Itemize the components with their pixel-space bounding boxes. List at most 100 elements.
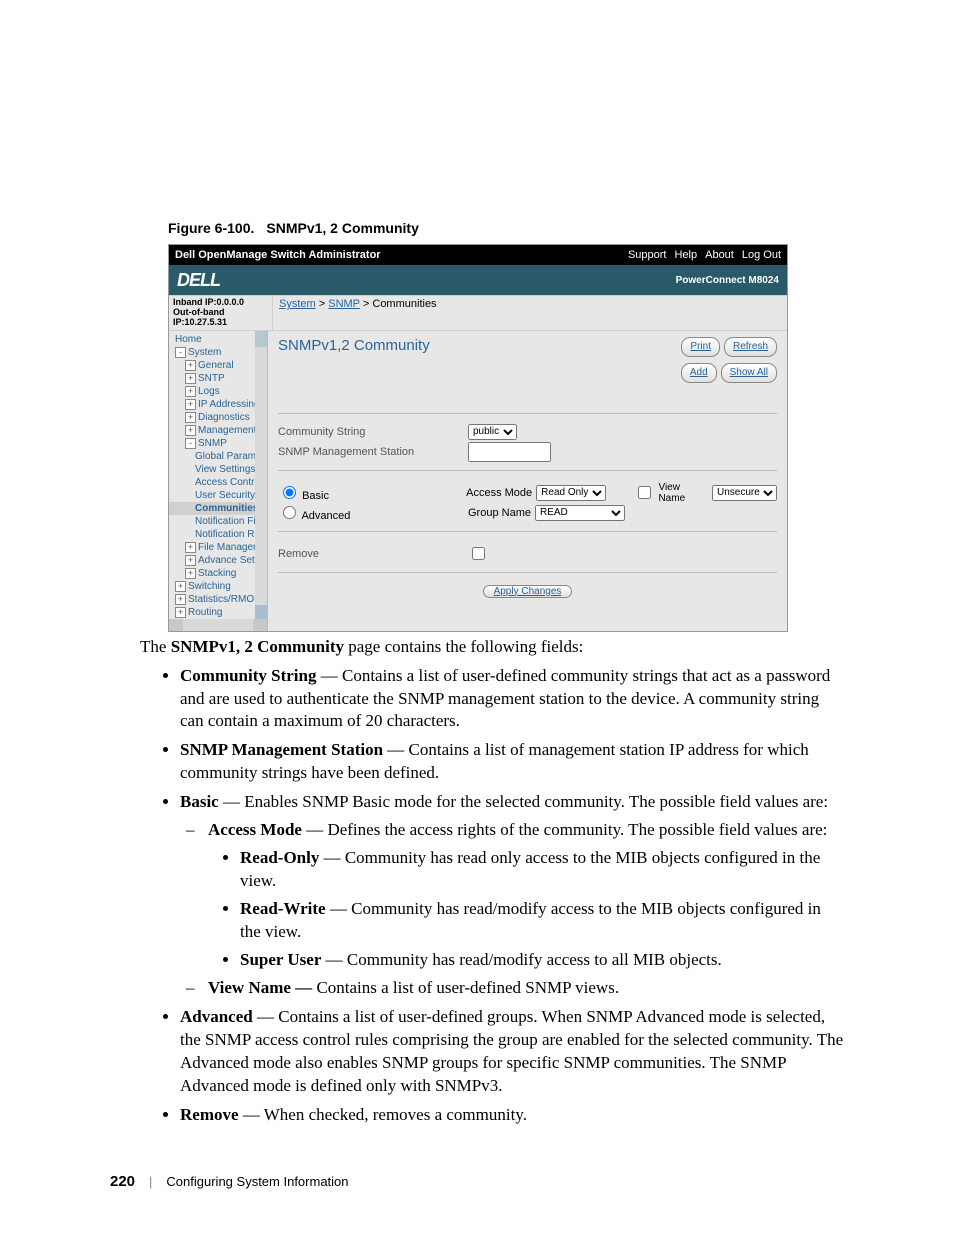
expand-icon[interactable]: + [175,607,186,618]
scrollbar-vertical[interactable] [255,331,267,619]
titlebar: Dell OpenManage Switch Administrator Sup… [169,245,787,265]
window-title: Dell OpenManage Switch Administrator [175,249,381,261]
expand-icon[interactable]: + [185,542,196,553]
access-mode-select[interactable]: Read Only [536,485,606,501]
nav-tree[interactable]: Home-System+General+SNTP+Logs+IP Address… [169,331,268,631]
expand-icon[interactable]: + [175,594,186,605]
list-item: Access Mode — Defines the access rights … [208,819,844,972]
expand-icon[interactable]: + [185,360,196,371]
expand-icon[interactable]: + [185,399,196,410]
tree-node[interactable]: +Statistics/RMON [169,593,267,606]
print-button[interactable]: Print [681,337,720,357]
tree-node[interactable]: +Switching [169,580,267,593]
screenshot-window: Dell OpenManage Switch Administrator Sup… [168,244,788,632]
tree-node-label: Diagnostics [198,412,250,423]
view-name-label: View Name [658,482,708,504]
expand-icon[interactable]: + [175,581,186,592]
link-support[interactable]: Support [628,249,667,261]
dell-logo: DELL [177,270,220,291]
list-item: Community String — Contains a list of us… [180,665,844,734]
list-item: Remove — When checked, removes a communi… [180,1104,844,1127]
group-name-select[interactable]: READ [535,505,625,521]
tree-node[interactable]: +Diagnostics [169,411,267,424]
expand-icon[interactable]: + [185,555,196,566]
scrollbar-horizontal[interactable] [169,619,267,631]
logo-bar: DELL PowerConnect M8024 [169,265,787,295]
tree-node[interactable]: User Security M [169,489,267,502]
add-button[interactable]: Add [681,363,717,383]
figure-caption: Figure 6-100.SNMPv1, 2 Community [168,220,844,236]
tree-node[interactable]: +Management Secur [169,424,267,437]
tree-node[interactable]: Notification Recip [169,528,267,541]
tree-node-label: SNMP [198,438,227,449]
tree-node[interactable]: +IP Addressing [169,398,267,411]
expand-icon[interactable]: - [175,347,186,358]
view-name-checkbox[interactable] [638,486,651,499]
advanced-label: Advanced [301,510,350,522]
list-item: View Name — Contains a list of user-defi… [208,977,844,1000]
tree-node-label: Statistics/RMON [188,594,261,605]
model-label: PowerConnect M8024 [676,275,779,286]
tree-node[interactable]: Access Control ( [169,476,267,489]
tree-node-label: General [198,360,234,371]
tree-node[interactable]: View Settings [169,463,267,476]
basic-label: Basic [302,490,329,502]
remove-checkbox[interactable] [472,547,485,560]
list-item: Advanced — Contains a list of user-defin… [180,1006,844,1098]
mgmt-station-input[interactable] [468,442,551,462]
expand-icon[interactable]: + [185,373,196,384]
tree-node[interactable]: Communities [169,502,267,515]
link-help[interactable]: Help [674,249,697,261]
tree-node-label: System [188,347,221,358]
tree-node[interactable]: -SNMP [169,437,267,450]
remove-label: Remove [278,548,468,560]
group-name-label: Group Name [468,507,531,519]
mgmt-station-label: SNMP Management Station [278,446,468,458]
apply-changes-button[interactable]: Apply Changes [483,585,573,598]
expand-icon[interactable]: + [185,386,196,397]
tree-node[interactable]: -System [169,346,267,359]
tree-node-label: View Settings [195,464,255,475]
expand-icon[interactable]: + [185,412,196,423]
showall-button[interactable]: Show All [721,363,777,383]
tree-node[interactable]: Home [169,333,267,346]
footer-separator: | [149,1174,152,1189]
tree-node[interactable]: +Stacking [169,567,267,580]
link-about[interactable]: About [705,249,734,261]
community-string-select[interactable]: public [468,424,517,440]
tree-node[interactable]: +Advance Settings [169,554,267,567]
access-mode-label: Access Mode [466,487,532,499]
community-string-label: Community String [278,426,468,438]
crumb-snmp[interactable]: SNMP [328,298,360,310]
tree-node-label: Switching [188,581,231,592]
expand-icon[interactable]: + [185,425,196,436]
expand-icon[interactable]: - [185,438,196,449]
content-panel: SNMPv1,2 Community Print Refresh Add Sho… [268,331,787,631]
list-item: SNMP Management Station — Contains a lis… [180,739,844,785]
refresh-button[interactable]: Refresh [724,337,777,357]
list-item: Read-Only — Community has read only acce… [240,847,844,893]
tree-node[interactable]: +Routing [169,606,267,619]
link-logout[interactable]: Log Out [742,249,781,261]
advanced-radio[interactable] [283,506,296,519]
tree-node-label: SNTP [198,373,225,384]
crumb-communities: Communities [372,298,436,310]
breadcrumb: System > SNMP > Communities [273,296,443,330]
crumb-system[interactable]: System [279,298,316,310]
tree-node[interactable]: +SNTP [169,372,267,385]
tree-node-label: IP Addressing [198,399,260,410]
tree-node[interactable]: +File Management [169,541,267,554]
expand-icon[interactable]: + [185,568,196,579]
list-item: Super User — Community has read/modify a… [240,949,844,972]
outband-ip: Out-of-band IP:10.27.5.31 [173,308,268,328]
tree-node[interactable]: +General [169,359,267,372]
section-title: Configuring System Information [166,1174,348,1189]
lead-bold: SNMPv1, 2 Community [171,637,344,656]
view-name-select[interactable]: Unsecure [712,485,777,501]
tree-node[interactable]: Global Paramete [169,450,267,463]
ip-bar: Inband IP:0.0.0.0 Out-of-band IP:10.27.5… [169,295,787,331]
basic-radio[interactable] [283,486,296,499]
tree-node[interactable]: Notification Filter [169,515,267,528]
tree-node[interactable]: +Logs [169,385,267,398]
body-text: The SNMPv1, 2 Community page contains th… [140,636,844,1127]
